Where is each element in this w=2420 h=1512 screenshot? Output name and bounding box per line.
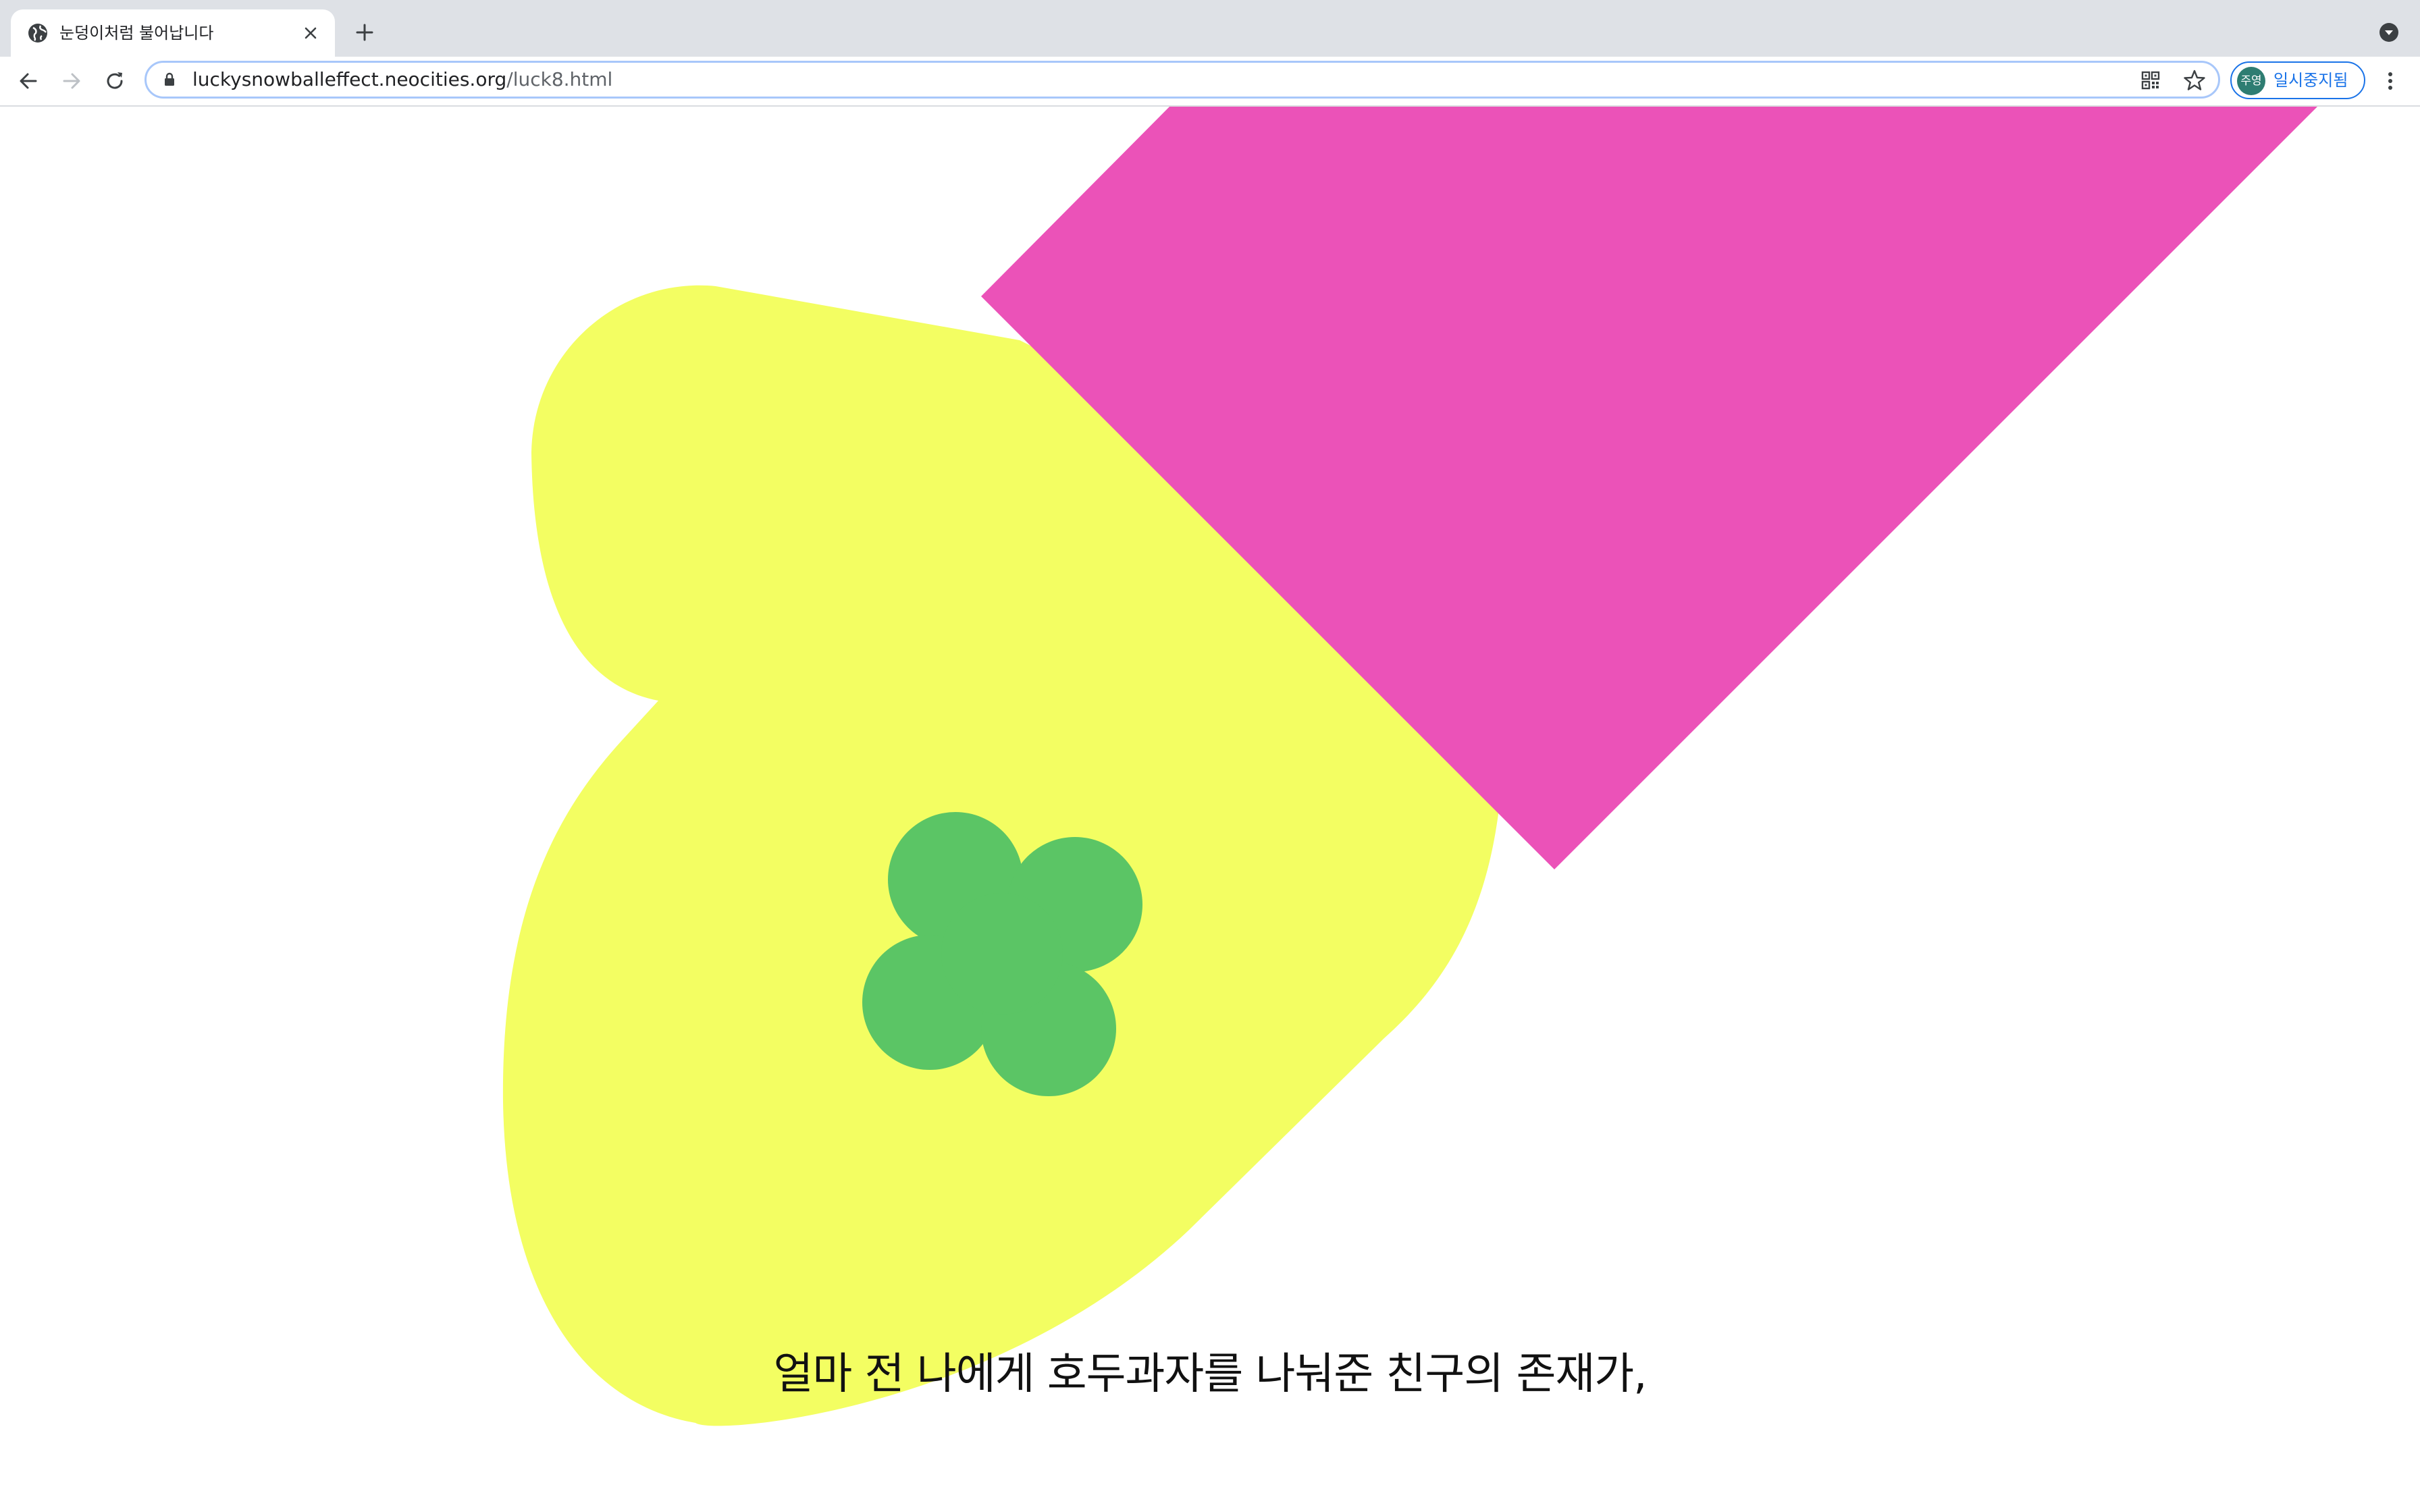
qr-code-icon[interactable] (2140, 70, 2161, 91)
chevron-down-circle-icon[interactable] (2379, 22, 2399, 43)
green-clover (862, 812, 1142, 1096)
url-path: /luck8.html (506, 68, 613, 90)
artwork (502, 107, 2317, 1426)
avatar: 주영 (2237, 67, 2265, 95)
browser-tab[interactable]: 눈덩이처럼 불어납니다 (11, 9, 335, 57)
reload-icon[interactable] (103, 69, 127, 93)
profile-status-label: 일시중지됨 (2273, 71, 2348, 90)
star-icon[interactable] (2183, 69, 2206, 92)
tab-strip: 눈덩이처럼 불어납니다 (0, 0, 2420, 57)
url-text[interactable]: luckysnowballeffect.neocities.org/luck8.… (192, 63, 612, 97)
browser-chrome: 눈덩이처럼 불어납니다 luckysnowballeffect.neocitie… (0, 0, 2420, 107)
page-content: 얼마 전 나에게 호두과자를 나눠준 친구의 존재가, (0, 107, 2420, 1512)
story-caption: 얼마 전 나에게 호두과자를 나눠준 친구의 존재가, (773, 1349, 1647, 1399)
close-icon[interactable] (302, 25, 319, 41)
address-bar[interactable]: luckysnowballeffect.neocities.org/luck8.… (144, 61, 2220, 99)
toolbar: luckysnowballeffect.neocities.org/luck8.… (0, 57, 2420, 107)
profile-button[interactable]: 주영 일시중지됨 (2230, 61, 2365, 99)
lock-icon[interactable] (161, 72, 178, 88)
clover-center (941, 893, 1063, 1015)
plus-icon[interactable] (354, 22, 375, 43)
url-host: luckysnowballeffect.neocities.org (192, 68, 507, 90)
globe-icon (28, 24, 47, 43)
kebab-menu-icon[interactable] (2379, 69, 2401, 93)
arrow-left-icon[interactable] (16, 69, 41, 93)
tab-title: 눈덩이처럼 불어납니다 (59, 24, 214, 43)
arrow-right-icon[interactable] (59, 69, 84, 93)
